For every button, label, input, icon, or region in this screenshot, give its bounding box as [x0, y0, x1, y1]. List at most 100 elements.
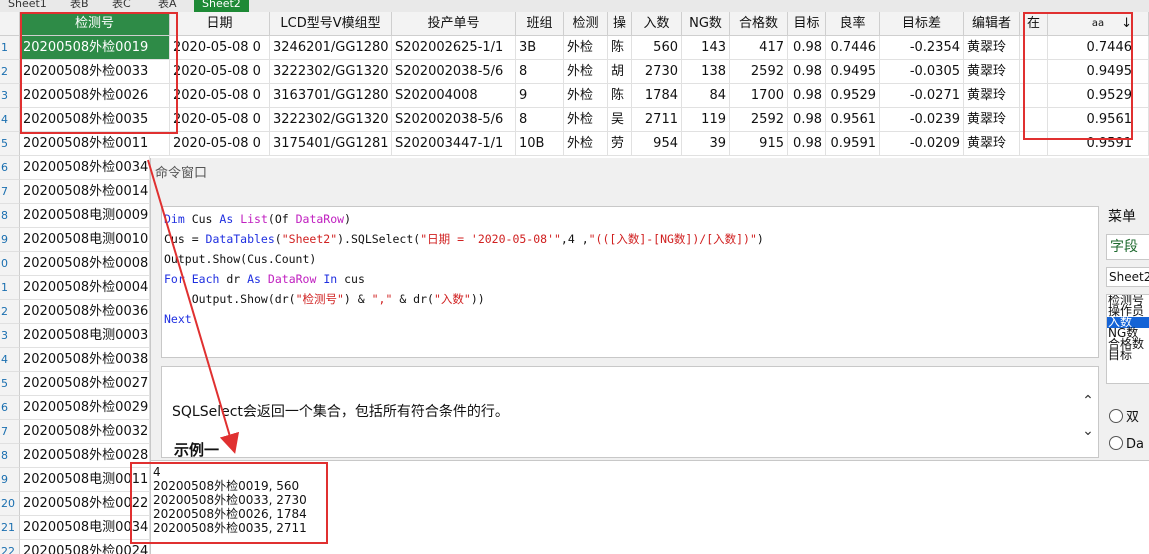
table-cell[interactable]: 0.98 [788, 84, 826, 108]
table-cell[interactable]: 0.9529 [1048, 84, 1149, 108]
scroll-down-icon[interactable]: ⌄ [1080, 423, 1096, 439]
row-number[interactable]: 3 [0, 324, 20, 348]
table-cell[interactable]: 0.98 [788, 36, 826, 60]
table-cell[interactable]: S202002038-5/6 [392, 108, 516, 132]
table-cell[interactable]: 20200508外检0038 [20, 348, 150, 372]
row-number[interactable]: 6 [0, 396, 20, 420]
table-cell[interactable] [1020, 84, 1048, 108]
table-cell[interactable]: 3246201/GG1280 [270, 36, 392, 60]
table-cell[interactable]: 3222302/GG1320 [270, 108, 392, 132]
table-cell[interactable]: 20200508外检0019 [20, 36, 170, 60]
tab-table-a[interactable]: 表A [150, 0, 185, 12]
menu-label[interactable]: 菜单 [1108, 206, 1136, 226]
tab-table-c[interactable]: 表C [104, 0, 139, 12]
row-number[interactable]: 9 [0, 228, 20, 252]
table-cell[interactable]: 20200508电测0009 [20, 204, 150, 228]
table-cell[interactable]: 2020-05-08 0 [170, 84, 270, 108]
table-cell[interactable]: 0.98 [788, 108, 826, 132]
table-cell[interactable]: 陈 [608, 84, 632, 108]
row-number[interactable]: 9 [0, 468, 20, 492]
table-cell[interactable]: 胡 [608, 60, 632, 84]
table-cell[interactable]: 2020-05-08 0 [170, 132, 270, 156]
table-cell[interactable]: 2711 [632, 108, 682, 132]
code-editor[interactable]: Dim Cus As List(Of DataRow) Cus = DataTab… [161, 206, 1099, 358]
column-header[interactable]: NG数 [682, 12, 730, 36]
table-cell[interactable]: S202002038-5/6 [392, 60, 516, 84]
table-cell[interactable]: 3163701/GG1280 [270, 84, 392, 108]
table-select[interactable]: Sheet2 [1106, 267, 1149, 287]
row-number[interactable]: 0 [0, 252, 20, 276]
table-cell[interactable]: 0.9591 [1048, 132, 1149, 156]
column-header[interactable]: 检测号 [20, 12, 170, 36]
table-cell[interactable]: 417 [730, 36, 788, 60]
column-header[interactable]: aa ↓ [1048, 12, 1149, 36]
table-cell[interactable]: 0.9495 [826, 60, 880, 84]
table-cell[interactable]: 560 [632, 36, 682, 60]
table-cell[interactable]: 20200508外检0034 [20, 156, 150, 180]
column-header[interactable]: 班组 [516, 12, 564, 36]
table-cell[interactable]: S202004008 [392, 84, 516, 108]
table-cell[interactable]: 20200508电测0034 [20, 516, 150, 540]
column-header[interactable]: 在 [1020, 12, 1048, 36]
table-cell[interactable]: 20200508外检0011 [20, 132, 170, 156]
table-cell[interactable]: 20200508外检0027 [20, 372, 150, 396]
table-cell[interactable]: 0.98 [788, 132, 826, 156]
table-cell[interactable]: S202003447-1/1 [392, 132, 516, 156]
table-cell[interactable]: 黄翠玲 [964, 132, 1020, 156]
grid-corner[interactable] [0, 12, 20, 36]
field-list-item[interactable]: 目标 [1107, 349, 1149, 361]
table-cell[interactable]: 8 [516, 60, 564, 84]
table-cell[interactable]: 39 [682, 132, 730, 156]
table-cell[interactable]: 3B [516, 36, 564, 60]
table-cell[interactable]: 外检 [564, 60, 608, 84]
column-header[interactable]: 投产单号 [392, 12, 516, 36]
table-cell[interactable]: 20200508外检0036 [20, 300, 150, 324]
table-cell[interactable]: 陈 [608, 36, 632, 60]
table-cell[interactable]: 119 [682, 108, 730, 132]
table-cell[interactable]: 915 [730, 132, 788, 156]
column-header[interactable]: 良率 [826, 12, 880, 36]
table-cell[interactable]: 2020-05-08 0 [170, 108, 270, 132]
table-cell[interactable]: -0.0305 [880, 60, 964, 84]
table-cell[interactable]: 黄翠玲 [964, 108, 1020, 132]
tab-sheet2[interactable]: Sheet2 [194, 0, 249, 12]
table-cell[interactable]: 2592 [730, 60, 788, 84]
column-header[interactable]: 目标差 [880, 12, 964, 36]
table-cell[interactable]: 84 [682, 84, 730, 108]
table-cell[interactable]: 20200508外检0026 [20, 84, 170, 108]
table-cell[interactable]: 外检 [564, 36, 608, 60]
tab-sheet1[interactable]: Sheet1 [0, 0, 55, 12]
tab-table-b[interactable]: 表B [62, 0, 97, 12]
radio-option-2[interactable]: Da [1109, 436, 1144, 452]
table-cell[interactable]: 20200508外检0033 [20, 60, 170, 84]
table-cell[interactable]: 0.9529 [826, 84, 880, 108]
table-cell[interactable]: 954 [632, 132, 682, 156]
column-header[interactable]: 编辑者 [964, 12, 1020, 36]
table-cell[interactable]: 0.98 [788, 60, 826, 84]
field-list[interactable]: 检测号 操作员 入数 NG数 合格数 目标 [1106, 294, 1149, 384]
table-cell[interactable]: 2020-05-08 0 [170, 60, 270, 84]
table-cell[interactable]: 10B [516, 132, 564, 156]
table-cell[interactable]: 黄翠玲 [964, 60, 1020, 84]
table-cell[interactable]: 9 [516, 84, 564, 108]
row-number[interactable]: 5 [0, 132, 20, 156]
table-cell[interactable]: 143 [682, 36, 730, 60]
table-cell[interactable]: 20200508外检0035 [20, 108, 170, 132]
table-cell[interactable]: 0.9495 [1048, 60, 1149, 84]
table-cell[interactable]: 0.9561 [826, 108, 880, 132]
row-number[interactable]: 2 [0, 300, 20, 324]
row-number[interactable]: 4 [0, 348, 20, 372]
table-cell[interactable]: 20200508电测0011 [20, 468, 150, 492]
table-cell[interactable]: 0.9561 [1048, 108, 1149, 132]
row-number[interactable]: 21 [0, 516, 20, 540]
table-cell[interactable]: 黄翠玲 [964, 84, 1020, 108]
table-cell[interactable] [1020, 36, 1048, 60]
column-header[interactable]: 日期 [170, 12, 270, 36]
table-cell[interactable]: 1700 [730, 84, 788, 108]
table-cell[interactable]: 20200508外检0022 [20, 492, 150, 516]
row-number[interactable]: 1 [0, 276, 20, 300]
row-number[interactable]: 2 [0, 60, 20, 84]
row-number[interactable]: 22 [0, 540, 20, 554]
column-header[interactable]: 入数 [632, 12, 682, 36]
table-cell[interactable]: -0.0271 [880, 84, 964, 108]
